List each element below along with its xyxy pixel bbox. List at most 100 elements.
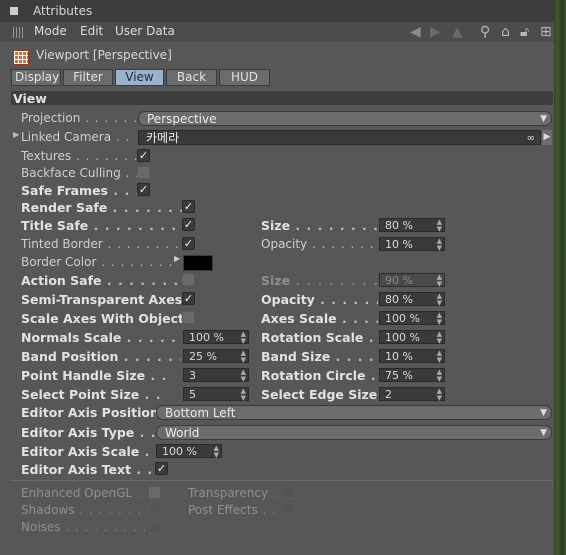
- editor-axis-position-label: Editor Axis Position: [21, 405, 156, 420]
- menu-mode[interactable]: Mode: [34, 24, 67, 38]
- expand-arrow-icon[interactable]: ▶: [174, 254, 180, 263]
- back-arrow-icon[interactable]: ◀: [410, 25, 421, 39]
- editor-axis-scale-label: Editor Axis Scale . .: [21, 444, 156, 459]
- title-safe-checkbox[interactable]: ✓: [182, 218, 195, 231]
- viewport-icon: [13, 50, 29, 65]
- stepper-icon[interactable]: ▲ ▼: [241, 331, 246, 345]
- select-edge-size-label: Select Edge Size: [261, 387, 378, 402]
- textures-checkbox[interactable]: ✓: [137, 149, 150, 162]
- render-safe-label: Render Safe . . . . . . . . . . . . . . …: [21, 200, 183, 215]
- post-effects-label: Post Effects . . .: [188, 503, 282, 517]
- menu-user-data[interactable]: User Data: [115, 24, 175, 38]
- attributes-panel: Attributes Mode Edit User Data ◀ ▶ ▲ ⚲ ⌂…: [0, 0, 554, 555]
- grip-icon[interactable]: [13, 27, 24, 38]
- axes-opacity-field[interactable]: 80 % ▲ ▼: [379, 292, 445, 307]
- menu-bar: Mode Edit User Data ◀ ▶ ▲ ⚲ ⌂ 🔓︎ ⊞: [0, 22, 554, 42]
- projection-dropdown[interactable]: Perspective ▼: [138, 111, 552, 126]
- rotation-scale-label: Rotation Scale . . .: [261, 330, 378, 345]
- projection-label: Projection . . . . . . . . .: [21, 111, 136, 125]
- tab-hud[interactable]: HUD: [219, 69, 270, 86]
- stepper-icon[interactable]: ▲ ▼: [214, 445, 219, 459]
- editor-axis-text-checkbox[interactable]: ✓: [155, 462, 168, 475]
- stepper-icon[interactable]: ▲ ▼: [437, 219, 442, 233]
- window-icon: [10, 7, 18, 15]
- post-effects-checkbox: [283, 503, 296, 516]
- tab-view[interactable]: View: [115, 69, 164, 86]
- scale-axes-with-object-label: Scale Axes With Object: [21, 311, 183, 326]
- action-safe-checkbox[interactable]: [182, 273, 195, 286]
- action-safe-size-label: Size . . . . . . . . . . . . . . . . .: [261, 273, 378, 288]
- tab-back[interactable]: Back: [166, 69, 217, 86]
- object-title: Viewport [Perspective]: [36, 48, 172, 62]
- stepper-icon[interactable]: ▲ ▼: [437, 293, 442, 307]
- transparency-checkbox: [283, 486, 296, 499]
- safe-frames-checkbox[interactable]: ✓: [137, 183, 150, 196]
- stepper-icon[interactable]: ▲ ▼: [437, 238, 442, 252]
- shadows-label: Shadows . . . . . . . . . . . .: [21, 503, 148, 517]
- up-arrow-icon[interactable]: ▲: [452, 25, 463, 39]
- title-bar: Attributes: [0, 0, 554, 22]
- textures-label: Textures . . . . . . . . . . . . .: [21, 149, 139, 163]
- forward-arrow-icon[interactable]: ▶: [430, 25, 441, 39]
- editor-axis-position-dropdown[interactable]: Bottom Left ▼: [156, 405, 552, 420]
- safe-frames-label: Safe Frames . . . . . . . .: [21, 183, 139, 198]
- select-edge-size-field[interactable]: 2 ▲ ▼: [379, 387, 445, 402]
- divider: [11, 480, 553, 481]
- stepper-icon[interactable]: ▲ ▼: [241, 369, 246, 383]
- search-icon[interactable]: ⚲: [480, 25, 490, 39]
- new-panel-icon[interactable]: ⊞: [540, 25, 552, 39]
- semi-transparent-axes-checkbox[interactable]: ✓: [182, 292, 195, 305]
- scale-axes-with-object-checkbox[interactable]: [182, 311, 195, 324]
- menu-edit[interactable]: Edit: [80, 24, 103, 38]
- object-header: Viewport [Perspective]: [0, 45, 554, 67]
- history-icon[interactable]: ⌂: [501, 25, 510, 39]
- editor-axis-text-label: Editor Axis Text . . .: [21, 462, 156, 477]
- band-position-field[interactable]: 25 % ▲ ▼: [183, 349, 249, 364]
- transparency-label: Transparency . . .: [188, 486, 282, 500]
- tab-display[interactable]: Display: [11, 69, 61, 86]
- normals-scale-label: Normals Scale . . . . . . . . .: [21, 330, 181, 345]
- normals-scale-field[interactable]: 100 % ▲ ▼: [183, 330, 249, 345]
- point-handle-size-field[interactable]: 3 ▲ ▼: [183, 368, 249, 383]
- rotation-scale-field[interactable]: 100 % ▲ ▼: [379, 330, 445, 345]
- stepper-icon[interactable]: ▲ ▼: [241, 388, 246, 402]
- editor-axis-type-label: Editor Axis Type . . .: [21, 425, 156, 440]
- render-safe-checkbox[interactable]: ✓: [182, 200, 195, 213]
- rotation-circle-label: Rotation Circle . . .: [261, 368, 378, 383]
- stepper-icon[interactable]: ▲ ▼: [437, 350, 442, 364]
- enhanced-opengl-checkbox[interactable]: [148, 486, 161, 499]
- tab-filter[interactable]: Filter: [63, 69, 113, 86]
- border-color-label: Border Color . . . . . . . . . . . .: [21, 255, 173, 269]
- stepper-icon[interactable]: ▲ ▼: [437, 369, 442, 383]
- window-title: Attributes: [33, 4, 93, 18]
- enhanced-opengl-label: Enhanced OpenGL . .: [21, 486, 148, 500]
- noises-checkbox: [148, 520, 161, 533]
- band-size-label: Band Size . . . . . . . .: [261, 349, 378, 364]
- stepper-icon[interactable]: ▲ ▼: [241, 350, 246, 364]
- title-safe-size-field[interactable]: 80 % ▲ ▼: [379, 218, 445, 233]
- axes-scale-field[interactable]: 100 % ▲ ▼: [379, 311, 445, 326]
- stepper-icon[interactable]: ▲ ▼: [437, 388, 442, 402]
- noises-label: Noises . . . . . . . . . . . . . . .: [21, 520, 148, 534]
- stepper-icon: ▲ ▼: [436, 273, 442, 288]
- tinted-opacity-field[interactable]: 10 % ▲ ▼: [379, 237, 445, 252]
- linked-camera-field[interactable]: 카메라 ∞: [138, 130, 541, 145]
- backface-culling-checkbox[interactable]: [137, 166, 150, 179]
- rotation-circle-field[interactable]: 75 % ▲ ▼: [379, 368, 445, 383]
- editor-axis-type-dropdown[interactable]: World ▼: [156, 425, 552, 440]
- stepper-icon[interactable]: ▲ ▼: [437, 312, 442, 326]
- stepper-icon[interactable]: ▲ ▼: [437, 331, 442, 345]
- link-arrow-button[interactable]: ▶: [542, 130, 552, 145]
- section-title: View: [13, 91, 47, 106]
- band-position-label: Band Position . . . . . . . . . .: [21, 349, 181, 364]
- tab-bar: Display Filter View Back HUD: [11, 69, 272, 86]
- viewport-background: [552, 0, 566, 555]
- tinted-border-label: Tinted Border . . . . . . . . . . . . .: [21, 237, 183, 251]
- tinted-border-checkbox[interactable]: ✓: [182, 237, 195, 250]
- editor-axis-scale-field[interactable]: 100 % ▲ ▼: [156, 444, 222, 459]
- expand-arrow-icon[interactable]: ▶: [13, 130, 19, 139]
- lock-icon[interactable]: 🔓︎: [520, 25, 529, 39]
- border-color-swatch[interactable]: [183, 255, 213, 271]
- band-size-field[interactable]: 10 % ▲ ▼: [379, 349, 445, 364]
- select-point-size-field[interactable]: 5 ▲ ▼: [183, 387, 249, 402]
